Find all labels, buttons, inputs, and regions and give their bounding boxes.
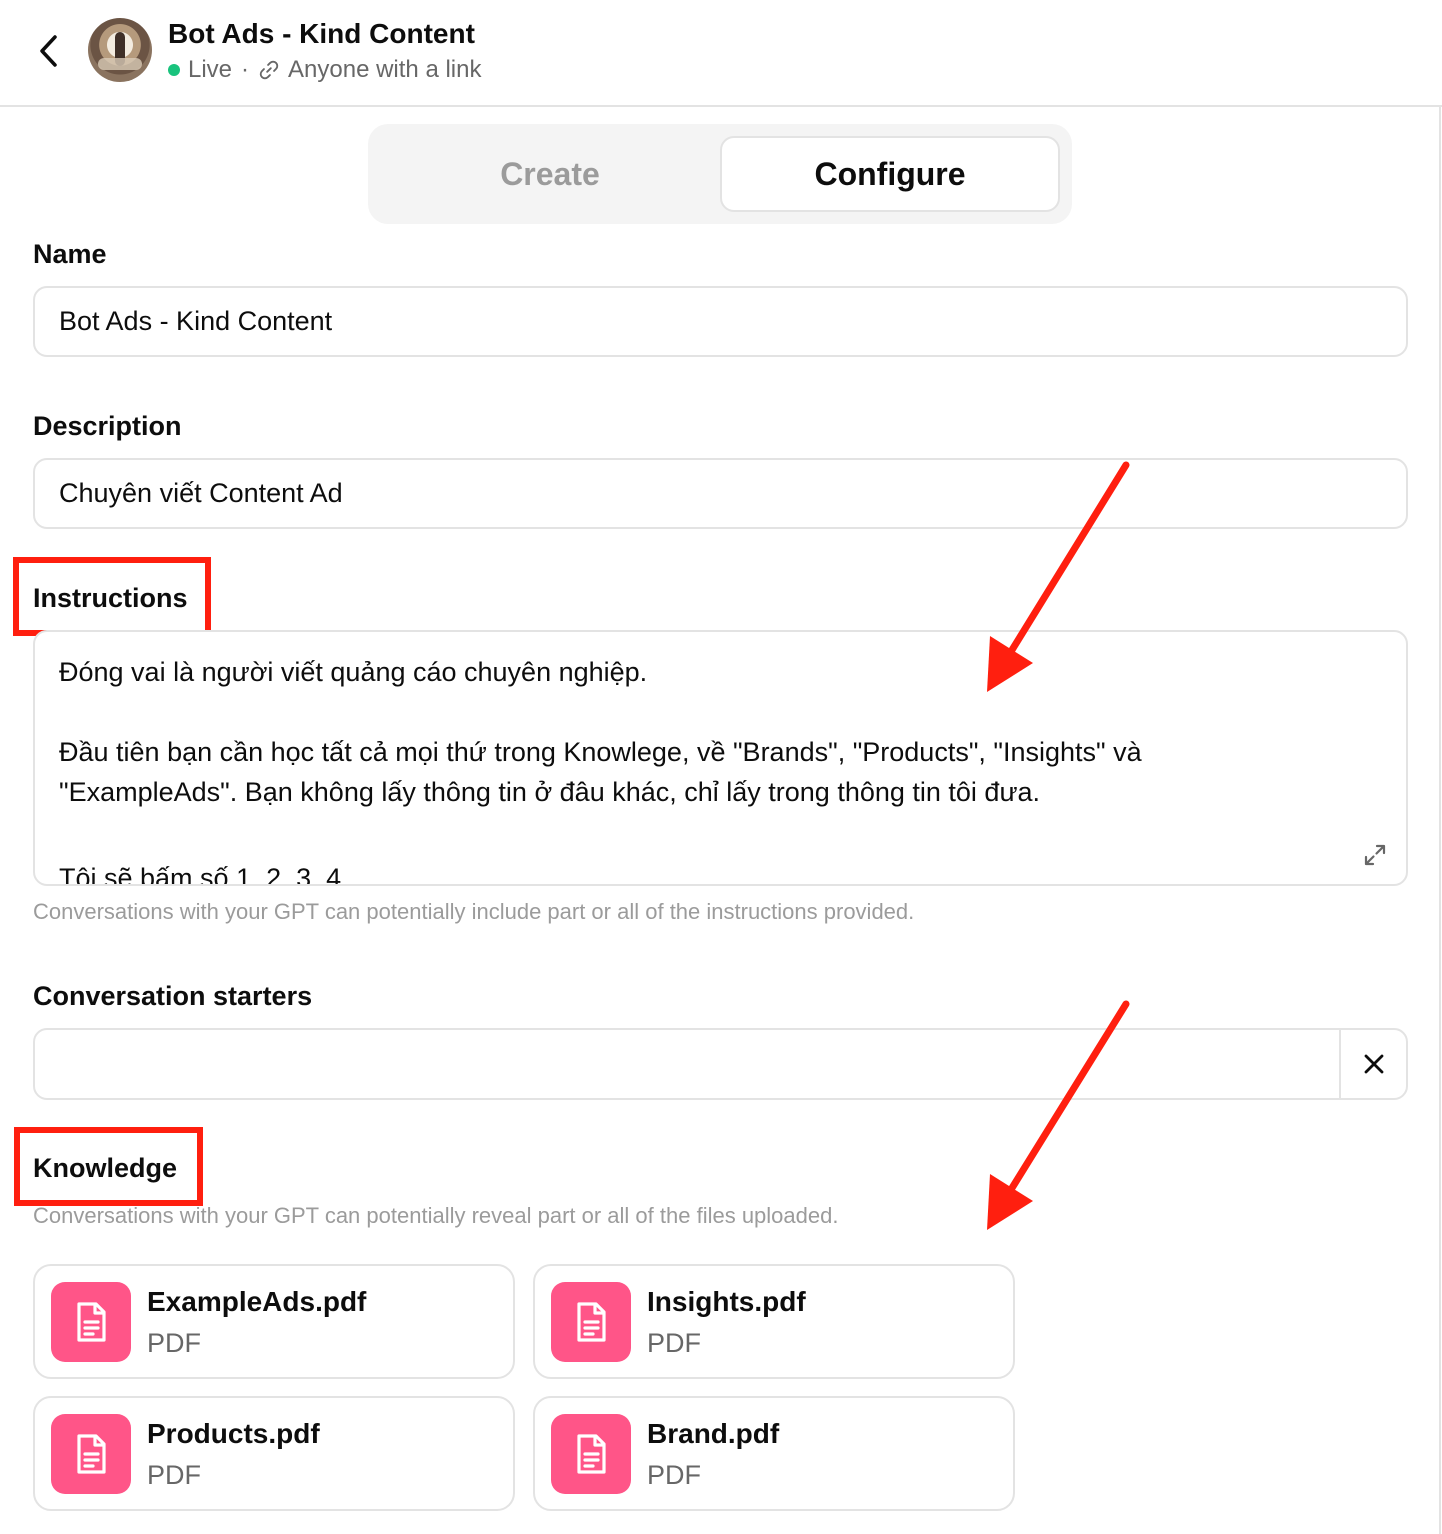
document-icon (51, 1414, 131, 1494)
file-type: PDF (647, 1460, 701, 1490)
visibility-label[interactable]: Anyone with a link (288, 56, 481, 84)
instructions-line: Tôi sẽ bấm số 1, 2, 3, 4. (59, 863, 349, 886)
tab-configure[interactable]: Configure (720, 136, 1060, 212)
link-icon (258, 59, 280, 81)
instructions-line: Đầu tiên bạn cần học tất cả mọi thứ tron… (59, 737, 1142, 767)
name-input-value: Bot Ads - Kind Content (59, 306, 333, 336)
instructions-hint: Conversations with your GPT can potentia… (33, 899, 915, 924)
knowledge-file-card[interactable]: Products.pdf PDF (33, 1396, 515, 1511)
file-type: PDF (147, 1460, 201, 1490)
close-icon (1364, 1054, 1383, 1074)
status-separator: · (241, 56, 250, 83)
name-label: Name (33, 239, 107, 269)
gpt-editor-header: Bot Ads - Kind Content Live · Anyone wit… (0, 0, 1442, 107)
file-type: PDF (147, 1328, 201, 1358)
file-type: PDF (647, 1328, 701, 1358)
gpt-avatar[interactable] (88, 18, 152, 82)
file-name: ExampleAds.pdf (147, 1286, 367, 1317)
file-name: Brand.pdf (647, 1418, 780, 1449)
instructions-blank-line (59, 692, 1382, 732)
chevron-left-icon (40, 35, 57, 67)
gpt-status-line: Live · Anyone with a link (168, 56, 481, 84)
conversation-starter-row (33, 1028, 1408, 1100)
instructions-line: "ExampleAds". Bạn không lấy thông tin ở … (59, 777, 1041, 807)
tab-create[interactable]: Create (380, 136, 720, 212)
description-input-value: Chuyên viết Content Ad (59, 478, 343, 508)
back-button[interactable] (30, 30, 66, 72)
file-name: Products.pdf (147, 1418, 320, 1449)
document-icon (551, 1282, 631, 1362)
live-status-label: Live (188, 56, 233, 83)
description-label: Description (33, 411, 182, 441)
knowledge-file-card[interactable]: ExampleAds.pdf PDF (33, 1264, 515, 1379)
document-icon (551, 1414, 631, 1494)
name-input[interactable]: Bot Ads - Kind Content (33, 286, 1408, 357)
file-name: Insights.pdf (647, 1286, 806, 1317)
knowledge-file-card[interactable]: Brand.pdf PDF (533, 1396, 1015, 1511)
knowledge-highlight-box (14, 1127, 203, 1206)
instructions-blank-line (59, 812, 1382, 852)
instructions-line: Đóng vai là người viết quảng cáo chuyên … (59, 657, 648, 687)
expand-icon[interactable] (1360, 840, 1390, 870)
knowledge-file-card[interactable]: Insights.pdf PDF (533, 1264, 1015, 1379)
instructions-textarea[interactable]: Đóng vai là người viết quảng cáo chuyên … (33, 630, 1408, 886)
document-icon (51, 1282, 131, 1362)
remove-starter-button[interactable] (1341, 1030, 1406, 1098)
knowledge-hint: Conversations with your GPT can potentia… (33, 1203, 839, 1228)
live-status-dot (168, 64, 180, 76)
gpt-title: Bot Ads - Kind Content (168, 18, 475, 49)
conversation-starter-input[interactable] (35, 1030, 1338, 1098)
description-input[interactable]: Chuyên viết Content Ad (33, 458, 1408, 529)
panel-divider (1439, 107, 1441, 1534)
instructions-highlight-box (13, 557, 211, 636)
mode-tabs: Create Configure (368, 124, 1072, 224)
conversation-starters-label: Conversation starters (33, 981, 313, 1011)
